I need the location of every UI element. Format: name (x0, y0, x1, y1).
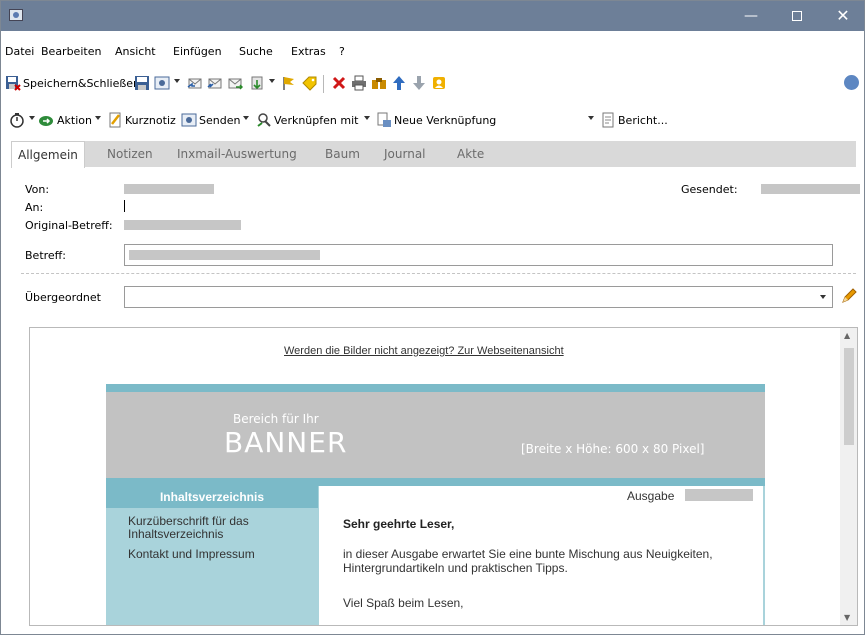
menu-suche[interactable]: Suche (239, 45, 273, 58)
tab-akte[interactable]: Akte (451, 141, 490, 167)
reply-icon[interactable] (187, 75, 203, 91)
from-value (124, 184, 214, 194)
newsletter: Bereich für Ihr BANNER [Breite x Höhe: 6… (106, 384, 765, 625)
note-icon (109, 112, 121, 128)
category-icon[interactable] (301, 75, 317, 91)
tab-allgemein[interactable]: Allgemein (11, 141, 85, 168)
menu-help[interactable]: ? (339, 45, 345, 58)
email-preview[interactable]: Werden die Bilder nicht angezeigt? Zur W… (29, 327, 858, 626)
toc-item[interactable]: Kontakt und Impressum (128, 548, 255, 561)
issue-label: Ausgabe (627, 489, 675, 503)
send-button[interactable]: Senden (199, 114, 240, 127)
save-close-button[interactable]: Speichern&Schließen (23, 77, 140, 90)
tab-notizen[interactable]: Notizen (101, 141, 159, 167)
toc-heading: Inhaltsverzeichnis (106, 486, 318, 508)
parent-select[interactable] (124, 286, 833, 308)
chevron-down-icon[interactable] (95, 116, 101, 120)
chevron-down-icon[interactable] (588, 116, 594, 120)
action-icon (39, 116, 53, 126)
previous-icon[interactable] (391, 75, 407, 91)
tab-baum[interactable]: Baum (319, 141, 366, 167)
banner-title: BANNER (224, 426, 348, 459)
issue-value (685, 489, 753, 501)
scroll-up-icon[interactable]: ▲ (844, 331, 850, 340)
app-icon (9, 9, 23, 21)
newsletter-content: Ausgabe Sehr geehrte Leser, in dieser Au… (319, 486, 763, 625)
banner-small-text: Bereich für Ihr (233, 412, 319, 426)
to-field[interactable] (124, 200, 125, 212)
scroll-down-icon[interactable]: ▼ (844, 613, 850, 622)
sent-value (761, 184, 860, 194)
save-close-icon (6, 76, 21, 91)
greeting: Sehr geehrte Leser, (343, 517, 455, 531)
close-button[interactable]: ✕ (820, 1, 865, 31)
new-link-icon (377, 112, 391, 127)
pencil-icon[interactable] (840, 287, 858, 305)
minimize-button[interactable]: — (728, 1, 774, 31)
find-icon[interactable] (371, 75, 387, 91)
send-icon (181, 113, 197, 127)
flag-icon[interactable] (281, 75, 297, 91)
subject-field[interactable] (124, 244, 833, 266)
chevron-down-icon[interactable] (174, 79, 180, 83)
stopwatch-icon[interactable] (9, 112, 25, 128)
help-icon[interactable] (844, 75, 859, 90)
reply-all-icon[interactable] (207, 75, 223, 91)
scroll-thumb[interactable] (844, 348, 854, 445)
menu-ansicht[interactable]: Ansicht (115, 45, 156, 58)
chevron-down-icon[interactable] (364, 116, 370, 120)
delete-icon[interactable] (331, 75, 347, 91)
from-label: Von: (25, 183, 50, 196)
chevron-down-icon[interactable] (269, 79, 275, 83)
subject-label: Betreff: (25, 249, 66, 262)
original-subject-value (124, 220, 241, 230)
menu-datei[interactable]: Datei (5, 45, 34, 58)
divider (21, 273, 856, 274)
email-window: — ✕ Datei Bearbeiten Ansicht Einfügen Su… (0, 0, 865, 635)
menu-bearbeiten[interactable]: Bearbeiten (41, 45, 101, 58)
menu-einfuegen[interactable]: Einfügen (173, 45, 222, 58)
subject-value (129, 250, 320, 260)
banner-placeholder: Bereich für Ihr BANNER [Breite x Höhe: 6… (106, 392, 765, 478)
print-icon[interactable] (351, 75, 367, 91)
intro-text: in dieser Ausgabe erwartet Sie eine bunt… (343, 547, 713, 575)
closing-text: Viel Spaß beim Lesen, (343, 596, 464, 610)
chevron-down-icon (820, 295, 826, 299)
next-icon[interactable] (411, 75, 427, 91)
report-icon (602, 112, 614, 128)
banner-dimensions: [Breite x Höhe: 600 x 80 Pixel] (521, 442, 705, 456)
tab-journal[interactable]: Journal (378, 141, 432, 167)
tab-inxmail-auswertung[interactable]: Inxmail-Auswertung (171, 141, 303, 167)
chevron-down-icon[interactable] (29, 116, 35, 120)
move-icon[interactable] (249, 75, 265, 91)
sent-label: Gesendet: (681, 183, 738, 196)
vertical-scrollbar[interactable]: ▲ ▼ (840, 328, 857, 625)
new-link-button[interactable]: Neue Verknüpfung (394, 114, 496, 127)
maximize-button[interactable] (774, 1, 820, 31)
action-button[interactable]: Aktion (57, 114, 92, 127)
parent-label: Übergeordnet (25, 291, 101, 304)
link-with-button[interactable]: Verknüpfen mit (274, 114, 358, 127)
tab-bar: Allgemein Notizen Inxmail-Auswertung Bau… (11, 141, 856, 168)
link-icon (257, 113, 271, 127)
menu-extras[interactable]: Extras (291, 45, 326, 58)
email-template-icon[interactable] (154, 75, 170, 91)
toc-item[interactable]: Kurzüberschrift für das Inhaltsverzeichn… (128, 515, 308, 541)
save-icon[interactable] (134, 75, 150, 91)
to-label: An: (25, 201, 44, 214)
short-note-button[interactable]: Kurznotiz (125, 114, 176, 127)
title-bar: — ✕ (1, 1, 864, 31)
address-book-icon[interactable] (431, 75, 447, 91)
chevron-down-icon[interactable] (243, 116, 249, 120)
original-subject-label: Original-Betreff: (25, 219, 113, 232)
forward-icon[interactable] (227, 75, 243, 91)
report-button[interactable]: Bericht... (618, 114, 668, 127)
web-view-link[interactable]: Werden die Bilder nicht angezeigt? Zur W… (284, 345, 564, 357)
